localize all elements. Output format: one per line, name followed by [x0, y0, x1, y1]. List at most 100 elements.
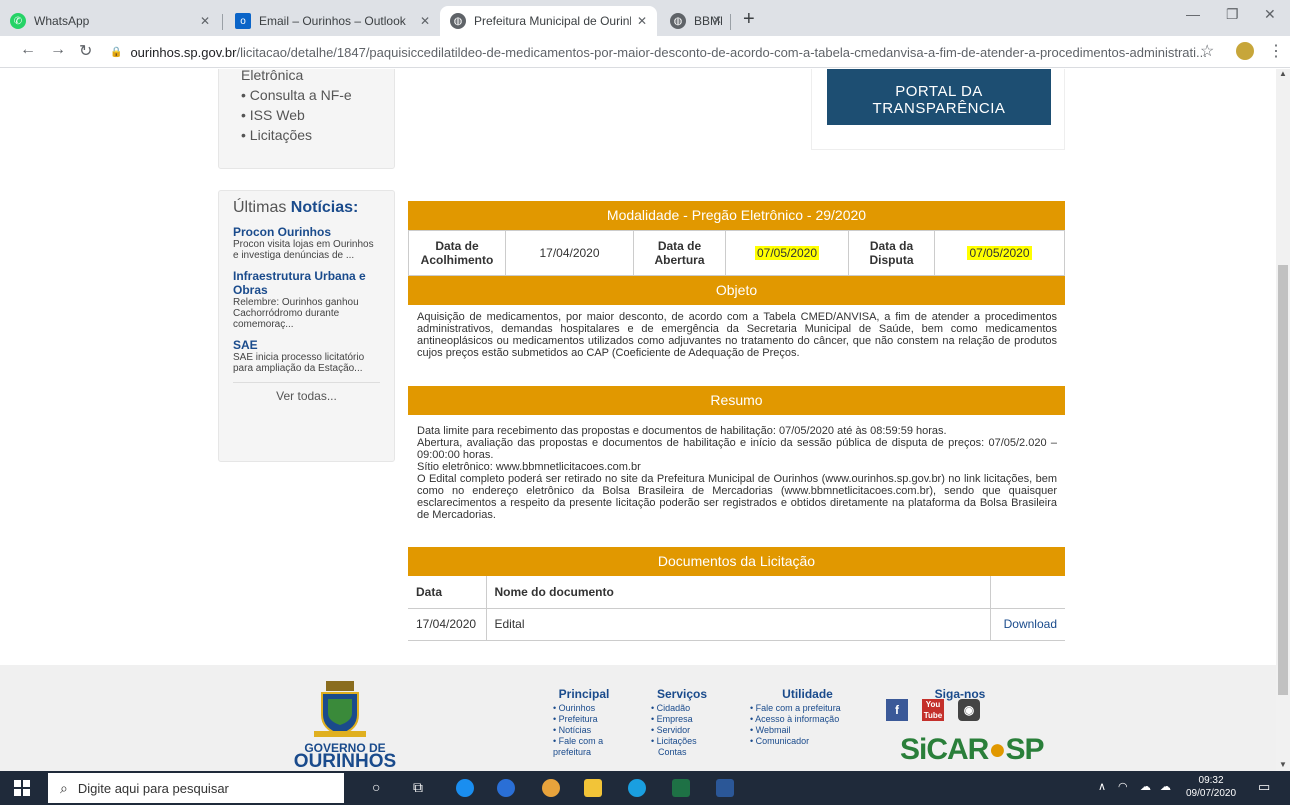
site-footer: GOVERNO DE OURINHOS Principal • Ourinhos…	[0, 665, 1276, 771]
back-icon[interactable]: ←	[20, 41, 36, 59]
edge-icon[interactable]	[628, 779, 646, 797]
chrome-icon[interactable]	[542, 779, 560, 797]
page-scrollbar[interactable]: ▲ ▼	[1276, 69, 1290, 771]
see-all-news-link[interactable]: Ver todas...	[233, 382, 380, 403]
url-bar[interactable]: 🔒 ourinhos.sp.gov.br/licitacao/detalhe/1…	[110, 40, 1225, 64]
news-item[interactable]: SAE SAE inicia processo licitatório para…	[233, 338, 380, 374]
column-header-action	[990, 576, 1065, 609]
minimize-icon[interactable]: —	[1186, 6, 1200, 22]
messenger-icon[interactable]	[497, 779, 515, 797]
footer-link[interactable]: • Prefeitura	[553, 714, 615, 725]
forward-icon[interactable]: →	[50, 41, 66, 59]
quick-links-box: Eletrônica • Consulta a NF-e • ISS Web •…	[218, 69, 395, 169]
footer-servicos: Serviços • Cidadão • Empresa • Servidor …	[651, 687, 713, 758]
wifi-icon[interactable]: ◠	[1118, 780, 1128, 793]
taskbar-clock[interactable]: 09:32 09/07/2020	[1186, 774, 1236, 800]
word-icon[interactable]	[716, 779, 734, 797]
footer-link[interactable]: • Fale com a prefeitura	[553, 736, 615, 758]
youtube-icon[interactable]: You Tube	[922, 699, 944, 721]
abertura-value-cell: 07/05/2020	[725, 230, 849, 276]
objeto-text: Aquisição de medicamentos, por maior des…	[417, 311, 1057, 359]
search-icon: ⌕	[60, 779, 68, 796]
windows-taskbar: ⌕ Digite aqui para pesquisar ○ ⧉ ∧ ◠ ☁ ☁…	[0, 771, 1290, 805]
scrollbar-thumb[interactable]	[1278, 265, 1288, 695]
restore-icon[interactable]: ❐	[1226, 6, 1239, 23]
tab-prefeitura[interactable]: ◍ Prefeitura Municipal de Ourinhos ✕	[440, 6, 657, 36]
footer-link[interactable]: • Licitações	[651, 736, 713, 747]
resumo-header: Resumo	[408, 386, 1065, 415]
onedrive-icon[interactable]: ☁	[1140, 780, 1151, 793]
acolhimento-label: Data de Acolhimento	[408, 230, 506, 276]
tab-whatsapp[interactable]: ✆ WhatsApp ✕	[0, 6, 220, 36]
scroll-up-icon[interactable]: ▲	[1279, 69, 1287, 78]
disputa-value-cell: 07/05/2020	[934, 230, 1065, 276]
close-tab-icon[interactable]: ✕	[637, 14, 647, 28]
footer-link[interactable]: • Cidadão	[651, 703, 713, 714]
reload-icon[interactable]: ↻	[79, 41, 92, 61]
address-toolbar: ← → ↻ 🔒 ourinhos.sp.gov.br/licitacao/det…	[0, 36, 1290, 68]
dates-table: Data de Acolhimento 17/04/2020 Data de A…	[408, 230, 1065, 276]
city-crest-logo	[314, 681, 366, 737]
news-heading: Últimas Notícias:	[233, 199, 359, 216]
footer-link[interactable]: • Ourinhos	[553, 703, 615, 714]
disputa-value: 07/05/2020	[967, 246, 1032, 260]
documents-header: Documentos da Licitação	[408, 547, 1065, 576]
notifications-icon[interactable]: ▭	[1258, 779, 1270, 795]
portal-wrapper: PORTAL DA TRANSPARÊNCIA	[811, 69, 1065, 150]
extension-icon[interactable]	[1236, 42, 1254, 60]
skype-icon[interactable]	[456, 779, 474, 797]
tender-detail: Modalidade - Pregão Eletrônico - 29/2020…	[408, 201, 1065, 641]
disputa-label: Data da Disputa	[848, 230, 935, 276]
table-header-row: Data Nome do documento	[408, 576, 1065, 609]
news-item[interactable]: Infraestrutura Urbana e Obras Relembre: …	[233, 269, 380, 330]
abertura-value: 07/05/2020	[754, 246, 820, 260]
task-view-icon[interactable]: ⧉	[413, 779, 423, 796]
close-tab-icon[interactable]: ✕	[420, 14, 430, 28]
footer-link[interactable]: • Servidor	[651, 725, 713, 736]
windows-start-icon[interactable]	[14, 780, 30, 796]
objeto-header: Objeto	[408, 276, 1065, 305]
scroll-down-icon[interactable]: ▼	[1279, 760, 1287, 769]
cortana-icon[interactable]: ○	[372, 779, 380, 795]
page-viewport: Eletrônica • Consulta a NF-e • ISS Web •…	[0, 69, 1276, 771]
footer-link[interactable]: • Webmail	[750, 725, 865, 736]
taskbar-search-input[interactable]: ⌕ Digite aqui para pesquisar	[48, 773, 344, 803]
footer-link[interactable]: • Acesso à informação	[750, 714, 865, 725]
modality-header: Modalidade - Pregão Eletrônico - 29/2020	[408, 201, 1065, 230]
instagram-icon[interactable]: ◉	[958, 699, 980, 721]
quick-link-iss-web[interactable]: • ISS Web	[241, 105, 394, 125]
footer-link[interactable]: • Notícias	[553, 725, 615, 736]
tray-chevron-icon[interactable]: ∧	[1098, 780, 1106, 793]
tab-outlook[interactable]: o Email – Ourinhos – Outlook ✕	[225, 6, 440, 36]
abertura-label: Data de Abertura	[633, 230, 726, 276]
bookmark-star-icon[interactable]: ☆	[1200, 41, 1214, 61]
tab-separator	[222, 14, 223, 30]
quick-link-consulta-nfe[interactable]: • Consulta a NF-e	[241, 85, 394, 105]
transparency-portal-banner[interactable]: PORTAL DA TRANSPARÊNCIA	[827, 69, 1051, 125]
doc-date: 17/04/2020	[408, 608, 487, 641]
footer-link[interactable]: • Comunicador	[750, 736, 865, 747]
footer-utilidade: Utilidade • Fale com a prefeitura • Aces…	[750, 687, 865, 747]
footer-link[interactable]: Contas	[651, 747, 713, 758]
government-logo-text: GOVERNO DE OURINHOS	[293, 741, 397, 771]
news-item[interactable]: Procon Ourinhos Procon visita lojas em O…	[233, 225, 380, 261]
file-explorer-icon[interactable]	[584, 779, 602, 797]
facebook-icon[interactable]: f	[886, 699, 908, 721]
cloud-icon[interactable]: ☁	[1160, 780, 1171, 793]
quick-link-licitacoes[interactable]: • Licitações	[241, 125, 394, 145]
column-header-name: Nome do documento	[486, 576, 991, 609]
close-window-icon[interactable]: ✕	[1264, 6, 1276, 23]
quick-link-nfe[interactable]: Eletrônica	[241, 69, 394, 85]
sicar-dot-icon: ●	[988, 733, 1006, 766]
menu-icon[interactable]: ⋮	[1268, 41, 1284, 61]
footer-link[interactable]: • Empresa	[651, 714, 713, 725]
sicar-sp-logo[interactable]: SiCAR●SP	[900, 733, 1045, 767]
download-link[interactable]: Download	[990, 608, 1065, 641]
close-tab-icon[interactable]: ✕	[200, 14, 210, 28]
excel-icon[interactable]	[672, 779, 690, 797]
doc-name: Edital	[486, 608, 991, 641]
outlook-icon: o	[235, 13, 251, 29]
footer-link[interactable]: • Fale com a prefeitura	[750, 703, 865, 714]
close-tab-icon[interactable]: ✕	[712, 13, 722, 27]
new-tab-button[interactable]: +	[743, 8, 755, 31]
